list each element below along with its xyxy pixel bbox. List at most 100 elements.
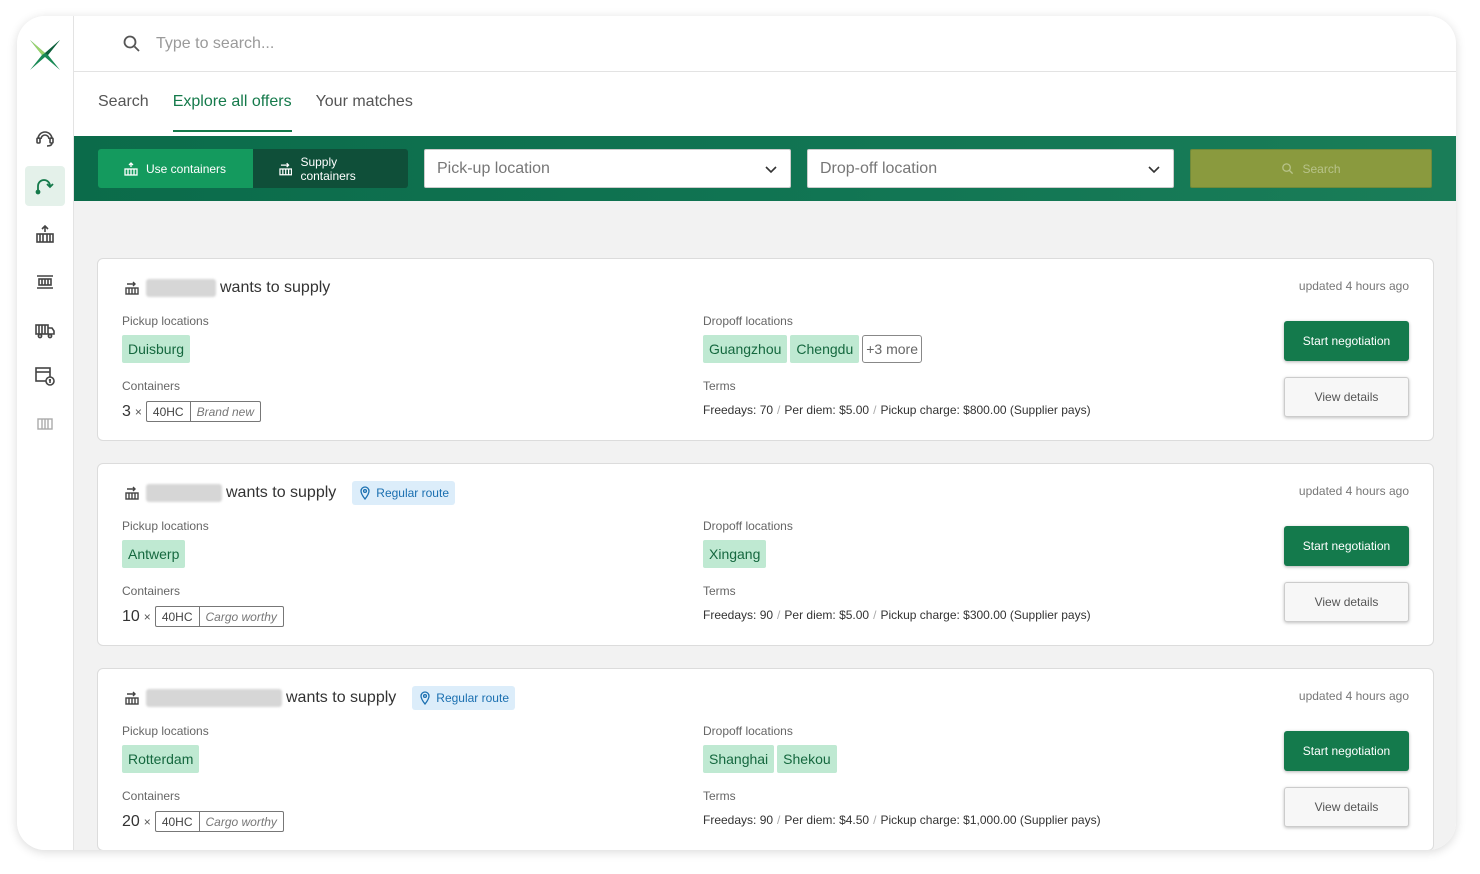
more-locations-chip[interactable]: +3 more — [862, 335, 922, 363]
main-area: Search Explore all offers Your matches U… — [74, 16, 1456, 850]
sidebar — [17, 16, 74, 850]
offer-card: wants to supply Regular route updated 4 … — [97, 668, 1434, 850]
location-pin-icon — [360, 486, 370, 500]
sidebar-item-routes[interactable] — [25, 166, 65, 206]
dropoff-location-placeholder: Drop-off location — [820, 159, 938, 177]
search-button-label: Search — [1302, 161, 1341, 176]
supply-containers-icon — [125, 281, 139, 295]
supply-containers-icon — [279, 162, 293, 175]
search-icon — [123, 35, 140, 52]
tab-explore-all-offers[interactable]: Explore all offers — [172, 72, 292, 132]
logo-icon[interactable] — [28, 38, 62, 72]
search-button[interactable]: Search — [1190, 149, 1432, 188]
sidebar-item-use-containers[interactable] — [25, 214, 65, 254]
container-tag: 40HC Brand new — [145, 401, 261, 422]
container-tag: 40HC Cargo worthy — [154, 606, 284, 627]
times-sign: × — [143, 814, 151, 829]
top-bar — [74, 16, 1456, 72]
pickup-label: Pickup locations — [122, 314, 209, 328]
location-chip: Xingang — [703, 540, 767, 568]
regular-route-label: Regular route — [376, 486, 449, 500]
offer-title: wants to supply — [226, 484, 337, 501]
container-count: 10 — [122, 607, 140, 625]
freedays: Freedays: 90 — [703, 813, 774, 827]
container-condition: Cargo worthy — [205, 609, 277, 624]
container-size: 40HC — [156, 607, 200, 626]
start-negotiation-button[interactable]: Start negotiation — [1284, 731, 1409, 771]
location-pin-icon — [420, 691, 430, 705]
app-window: Search Explore all offers Your matches U… — [17, 16, 1456, 850]
filter-bar: Use containers Supply containers Pick-up… — [74, 136, 1456, 201]
terms-label: Terms — [703, 379, 736, 393]
start-negotiation-button[interactable]: Start negotiation — [1284, 321, 1409, 361]
container-size: 40HC — [147, 402, 191, 421]
view-details-button[interactable]: View details — [1284, 582, 1409, 622]
offer-card: wants to supply Regular route updated 4 … — [97, 463, 1434, 646]
redacted-company-name — [146, 484, 222, 502]
pickup-label: Pickup locations — [122, 519, 209, 533]
search-icon — [1282, 163, 1294, 175]
pickup-charge: Pickup charge: $1,000.00 (Supplier pays) — [880, 813, 1101, 827]
redacted-company-name — [146, 279, 216, 297]
location-chip: Duisburg — [122, 335, 191, 363]
containers-label: Containers — [122, 789, 181, 803]
supply-containers-label: Supply containers — [300, 154, 356, 183]
container-mode-toggle: Use containers Supply containers — [98, 149, 408, 188]
dropoff-location-select[interactable]: Drop-off location — [807, 149, 1174, 188]
use-containers-icon — [124, 161, 138, 176]
use-containers-icon — [36, 224, 54, 243]
per-diem: Per diem: $4.50 — [784, 813, 870, 827]
per-diem: Per diem: $5.00 — [784, 403, 870, 417]
billing-icon — [35, 367, 55, 386]
use-containers-label: Use containers — [146, 161, 227, 176]
terms-label: Terms — [703, 584, 736, 598]
offer-header: wants to supply Regular route — [124, 481, 455, 505]
tab-search[interactable]: Search — [98, 72, 149, 132]
terms-label: Terms — [703, 789, 736, 803]
view-details-button[interactable]: View details — [1284, 377, 1409, 417]
use-containers-button[interactable]: Use containers — [98, 149, 253, 188]
pickup-location-placeholder: Pick-up location — [437, 159, 550, 177]
pickup-chips: Duisburg — [122, 335, 191, 363]
regular-route-badge: Regular route — [352, 481, 455, 505]
container-condition: Cargo worthy — [205, 814, 277, 829]
freedays: Freedays: 70 — [703, 403, 774, 417]
containers-label: Containers — [122, 379, 181, 393]
times-sign: × — [143, 609, 151, 624]
chevron-down-icon — [1148, 165, 1160, 173]
support-icon — [36, 131, 54, 147]
truck-icon — [35, 324, 55, 339]
sidebar-item-support[interactable] — [25, 118, 65, 158]
sidebar-item-company[interactable] — [25, 404, 65, 444]
location-chip: Rotterdam — [122, 745, 200, 773]
building-icon — [37, 418, 53, 430]
offer-title: wants to supply — [220, 279, 331, 296]
pickup-label: Pickup locations — [122, 724, 209, 738]
dropoff-label: Dropoff locations — [703, 314, 793, 328]
offers-list: wants to supply updated 4 hours ago Pick… — [74, 201, 1456, 850]
location-chip: Chengdu — [790, 335, 860, 363]
sidebar-item-billing[interactable] — [25, 356, 65, 396]
pickup-location-select[interactable]: Pick-up location — [424, 149, 791, 188]
tab-your-matches[interactable]: Your matches — [316, 72, 413, 132]
sidebar-item-transport[interactable] — [25, 310, 65, 350]
view-details-button[interactable]: View details — [1284, 787, 1409, 827]
pickup-chips: Rotterdam — [122, 745, 200, 773]
updated-time: updated 4 hours ago — [1298, 279, 1409, 293]
pickup-charge: Pickup charge: $300.00 (Supplier pays) — [880, 608, 1091, 622]
containers-info: 3 × 40HC Brand new — [122, 401, 261, 422]
search-input[interactable] — [156, 30, 556, 58]
supply-containers-button[interactable]: Supply containers — [253, 149, 408, 188]
location-chip: Shekou — [777, 745, 837, 773]
location-chip: Guangzhou — [703, 335, 788, 363]
sidebar-item-containers[interactable] — [25, 262, 65, 302]
tab-bar: Search Explore all offers Your matches — [98, 72, 413, 136]
container-size: 40HC — [156, 812, 200, 831]
location-chip: Shanghai — [703, 745, 775, 773]
pickup-chips: Antwerp — [122, 540, 186, 568]
supply-containers-icon — [125, 691, 139, 705]
regular-route-label: Regular route — [436, 691, 509, 705]
container-icon — [37, 275, 53, 289]
terms-text: Freedays: 70/Per diem: $5.00/Pickup char… — [703, 403, 1091, 417]
start-negotiation-button[interactable]: Start negotiation — [1284, 526, 1409, 566]
